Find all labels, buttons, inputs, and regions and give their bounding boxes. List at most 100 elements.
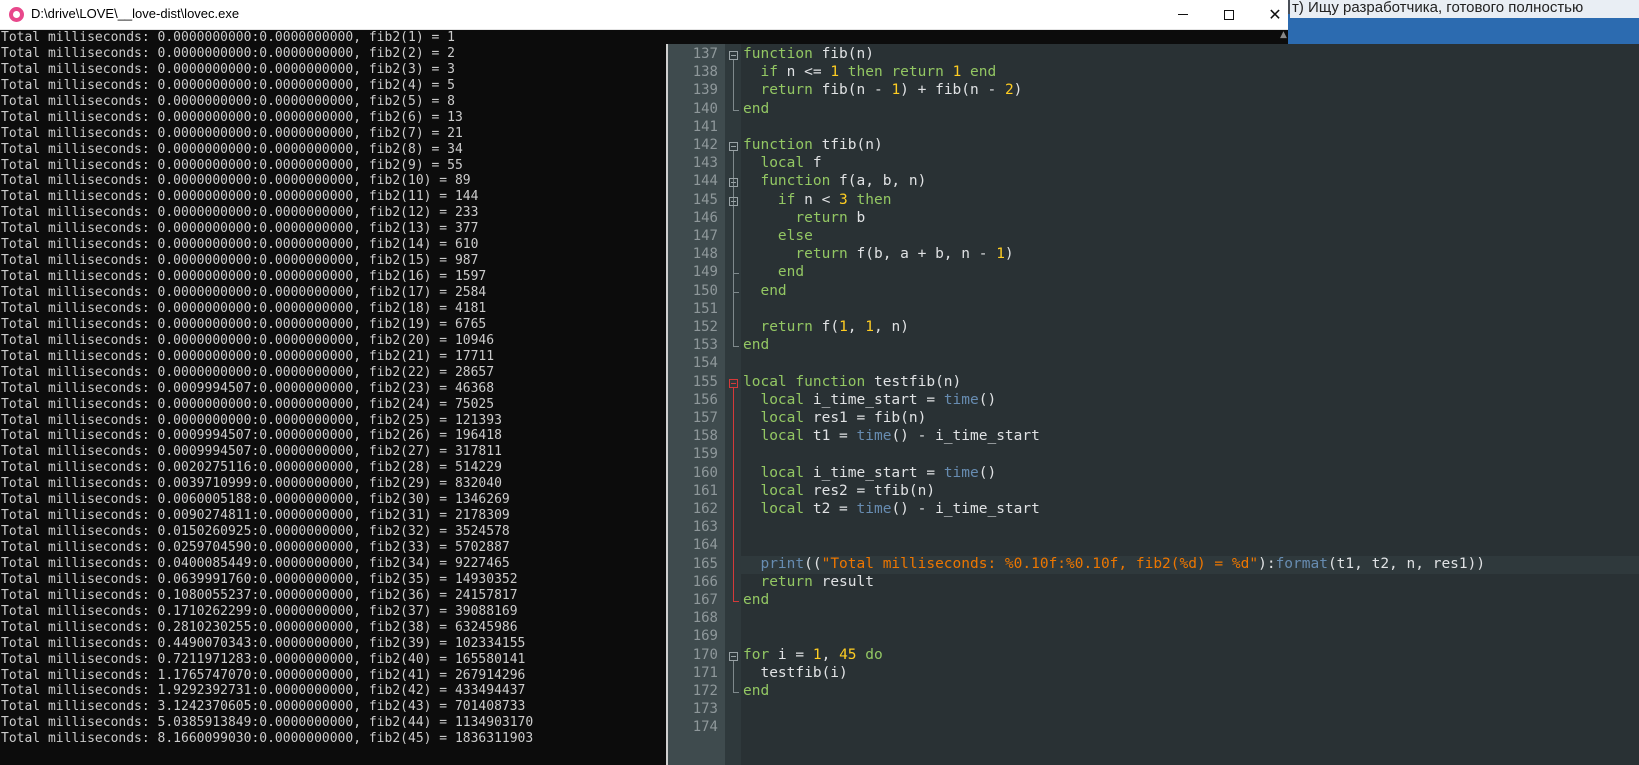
- console-line: Total milliseconds: 0.0090274811:0.00000…: [1, 508, 510, 524]
- console-line: Total milliseconds: 0.0000000000:0.00000…: [1, 348, 495, 364]
- fold-guide-line: [733, 205, 734, 274]
- fold-guide-line: [733, 60, 734, 110]
- code-line[interactable]: else: [743, 228, 1633, 244]
- love-app-icon: [9, 7, 24, 22]
- line-number: 171: [692, 664, 718, 681]
- code-line[interactable]: return result: [743, 574, 1633, 590]
- close-icon: ✕: [1268, 5, 1282, 24]
- line-number: 154: [692, 355, 718, 372]
- fold-guide-line: [733, 660, 734, 692]
- code-line[interactable]: end: [743, 101, 1633, 117]
- code-line[interactable]: end: [743, 264, 1633, 280]
- code-line[interactable]: return f(1, 1, n): [743, 319, 1633, 335]
- console-line: Total milliseconds: 0.0000000000:0.00000…: [1, 237, 479, 253]
- minimize-button[interactable]: [1160, 0, 1206, 29]
- line-number: 150: [692, 282, 718, 299]
- console-line: Total milliseconds: 0.0000000000:0.00000…: [1, 30, 455, 45]
- line-number: 142: [692, 137, 718, 153]
- line-number: 163: [692, 519, 718, 536]
- line-number: 149: [692, 264, 718, 281]
- code-line[interactable]: if n < 3 then: [743, 192, 1633, 208]
- code-line[interactable]: return b: [743, 210, 1633, 226]
- line-number: 164: [692, 537, 718, 554]
- console-line: Total milliseconds: 0.0000000000:0.00000…: [1, 93, 455, 109]
- line-number: 138: [692, 64, 718, 81]
- console-line: Total milliseconds: 0.0639991760:0.00000…: [1, 571, 518, 587]
- code-line[interactable]: return f(b, a + b, n - 1): [743, 246, 1633, 262]
- line-number: 147: [692, 228, 718, 244]
- code-line[interactable]: return fib(n - 1) + fib(n - 2): [743, 82, 1633, 98]
- code-line[interactable]: end: [743, 337, 1633, 353]
- line-number: 145: [692, 191, 718, 208]
- console-line: Total milliseconds: 0.0000000000:0.00000…: [1, 141, 463, 157]
- code-line[interactable]: for i = 1, 45 do: [743, 647, 1633, 663]
- console-line: Total milliseconds: 0.0000000000:0.00000…: [1, 316, 487, 332]
- console-line: Total milliseconds: 0.0000000000:0.00000…: [1, 109, 463, 125]
- console-line: Total milliseconds: 1.9292392731:0.00000…: [1, 683, 526, 699]
- fold-end-marker: [733, 273, 739, 275]
- line-number: 146: [692, 209, 718, 226]
- line-number: 168: [692, 610, 718, 627]
- console-line: Total milliseconds: 0.0009994507:0.00000…: [1, 444, 502, 460]
- background-window: т) Ищу разработчика, готового полностью: [1288, 0, 1639, 44]
- line-number: 170: [692, 646, 718, 663]
- console-line: Total milliseconds: 0.0400085449:0.00000…: [1, 555, 510, 571]
- minimize-icon: [1178, 14, 1188, 15]
- console-line: Total milliseconds: 0.0000000000:0.00000…: [1, 285, 487, 300]
- close-button[interactable]: ✕: [1252, 0, 1298, 29]
- fold-end-marker: [733, 109, 739, 111]
- console-line: Total milliseconds: 3.1242370605:0.00000…: [1, 699, 526, 715]
- console-line: Total milliseconds: 0.0000000000:0.00000…: [1, 77, 455, 93]
- line-number: 156: [692, 391, 718, 408]
- code-line[interactable]: testfib(i): [743, 665, 1633, 681]
- fold-toggle-icon[interactable]: [729, 178, 738, 188]
- line-number: 141: [692, 118, 718, 135]
- scroll-up-arrow[interactable]: ▲: [1279, 30, 1288, 44]
- fold-toggle-icon[interactable]: [729, 51, 738, 60]
- fold-guide-line: [733, 387, 734, 601]
- line-number-gutter: 137 138 139 140 141 142 143 144 145 146 147 148 149 1…: [668, 44, 725, 765]
- console-line: Total milliseconds: 0.0000000000:0.00000…: [1, 45, 455, 61]
- line-number: 160: [692, 464, 718, 481]
- console-title: D:\drive\LOVE\__love-dist\lovec.exe: [31, 6, 240, 21]
- console-line: Total milliseconds: 0.0000000000:0.00000…: [1, 332, 495, 348]
- console-line: Total milliseconds: 0.0150260925:0.00000…: [1, 524, 510, 540]
- console-titlebar: D:\drive\LOVE\__love-dist\lovec.exe ✕: [0, 0, 1288, 30]
- line-number: 169: [692, 628, 718, 645]
- line-number: 140: [692, 100, 718, 117]
- fold-end-marker: [733, 692, 739, 693]
- code-line[interactable]: local i_time_start = time(): [743, 392, 1633, 408]
- code-editor[interactable]: 137 138 139 140 141 142 143 144 145 146 147 148 149 1…: [666, 44, 1639, 765]
- code-line[interactable]: local t1 = time() - i_time_start: [743, 428, 1633, 444]
- code-line[interactable]: function f(a, b, n): [743, 173, 1633, 189]
- fold-toggle-icon[interactable]: [729, 378, 738, 388]
- console-line: Total milliseconds: 0.0000000000:0.00000…: [1, 157, 463, 173]
- code-line[interactable]: print(("Total milliseconds: %0.10f:%0.10…: [743, 556, 1633, 572]
- code-line[interactable]: local i_time_start = time(): [743, 465, 1633, 481]
- code-line[interactable]: end: [743, 592, 1633, 608]
- console-line: Total milliseconds: 0.0039710999:0.00000…: [1, 476, 502, 492]
- console-line: Total milliseconds: 0.0000000000:0.00000…: [1, 269, 487, 285]
- line-number: 167: [692, 592, 718, 608]
- console-line: Total milliseconds: 1.1765747070:0.00000…: [1, 667, 526, 683]
- fold-toggle-icon[interactable]: [729, 142, 738, 151]
- code-line[interactable]: if n <= 1 then return 1 end: [743, 64, 1633, 80]
- fold-toggle-icon[interactable]: [729, 196, 738, 206]
- fold-toggle-icon[interactable]: [729, 651, 738, 661]
- console-line: Total milliseconds: 0.0009994507:0.00000…: [1, 380, 495, 396]
- line-number: 159: [692, 446, 718, 463]
- code-line[interactable]: local res1 = fib(n): [743, 410, 1633, 426]
- code-line[interactable]: local t2 = time() - i_time_start: [743, 501, 1633, 517]
- console-line: Total milliseconds: 0.0009994507:0.00000…: [1, 428, 502, 444]
- console-line: Total milliseconds: 0.0000000000:0.00000…: [1, 396, 495, 412]
- code-line[interactable]: function tfib(n): [743, 137, 1633, 153]
- code-line[interactable]: end: [743, 683, 1633, 699]
- code-line[interactable]: function fib(n): [743, 46, 1633, 62]
- code-line[interactable]: local res2 = tfib(n): [743, 483, 1633, 499]
- line-number: 166: [692, 573, 718, 590]
- code-line[interactable]: local f: [743, 155, 1633, 171]
- code-line[interactable]: local function testfib(n): [743, 374, 1633, 390]
- code-line[interactable]: end: [743, 283, 1633, 299]
- console-line: Total milliseconds: 0.0000000000:0.00000…: [1, 173, 471, 189]
- maximize-button[interactable]: [1206, 0, 1252, 29]
